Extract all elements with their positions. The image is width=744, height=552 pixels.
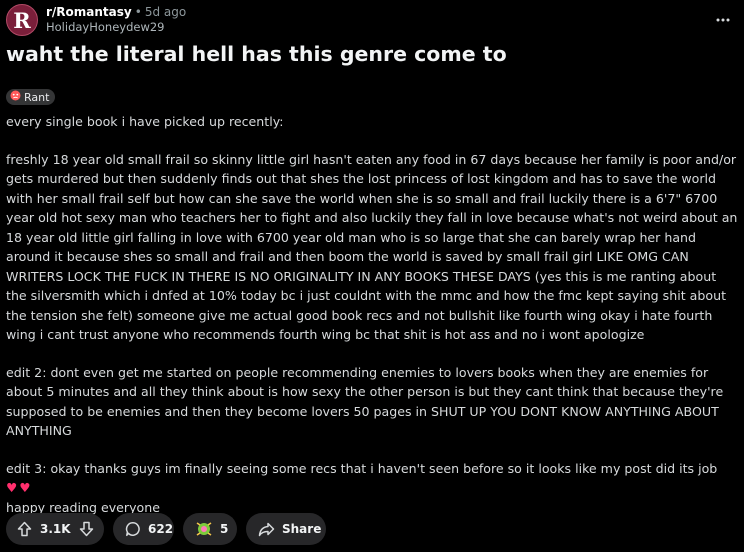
avatar-letter: R — [13, 7, 31, 33]
heart-icons: ♥♥ — [6, 480, 33, 495]
share-arrow-icon — [258, 522, 275, 537]
award-icon — [195, 520, 213, 538]
edit3-text: edit 3: okay thanks guys im finally seei… — [6, 460, 718, 476]
share-label: Share — [282, 522, 322, 536]
award-button[interactable]: 5 — [183, 513, 237, 545]
post-age: 5d ago — [144, 5, 187, 19]
subreddit-avatar[interactable]: R — [6, 4, 38, 36]
post-flair[interactable]: Rant — [6, 89, 56, 105]
angry-face-icon — [10, 90, 21, 104]
comment-count: 622 — [148, 522, 174, 536]
vote-control: 3.1K — [6, 513, 104, 545]
post-header: R r/Romantasy • 5d ago HolidayHoneydew29 — [6, 4, 186, 36]
share-button[interactable]: Share — [246, 513, 326, 545]
body-paragraph: freshly 18 year old small frail so skinn… — [6, 151, 738, 343]
flair-label: Rant — [24, 90, 50, 104]
meta-top-line: r/Romantasy • 5d ago — [46, 5, 186, 20]
post-title[interactable]: waht the literal hell has this genre com… — [6, 42, 736, 66]
comment-bubble-icon — [125, 521, 141, 537]
vote-count: 3.1K — [40, 522, 71, 536]
body-paragraph-edit3: edit 3: okay thanks guys im finally seei… — [6, 459, 740, 518]
post-card: R r/Romantasy • 5d ago HolidayHoneydew29 w… — [0, 0, 744, 552]
downvote-arrow-icon[interactable] — [79, 521, 94, 537]
author-link[interactable]: HolidayHoneydew29 — [46, 20, 186, 35]
meta-separator: • — [134, 5, 142, 19]
body-paragraph: edit 2: dont even get me started on peop… — [6, 364, 724, 439]
more-options-icon[interactable] — [716, 12, 730, 22]
comments-button[interactable]: 622 — [113, 513, 174, 545]
upvote-arrow-icon[interactable] — [17, 521, 32, 537]
body-paragraph: every single book i have picked up recen… — [6, 114, 284, 129]
action-bar: 3.1K 622 5 Share — [6, 513, 335, 545]
post-meta: r/Romantasy • 5d ago HolidayHoneydew29 — [46, 5, 186, 35]
post-body: every single book i have picked up recen… — [6, 112, 740, 535]
award-count: 5 — [220, 522, 229, 536]
subreddit-link[interactable]: r/Romantasy — [46, 5, 132, 19]
